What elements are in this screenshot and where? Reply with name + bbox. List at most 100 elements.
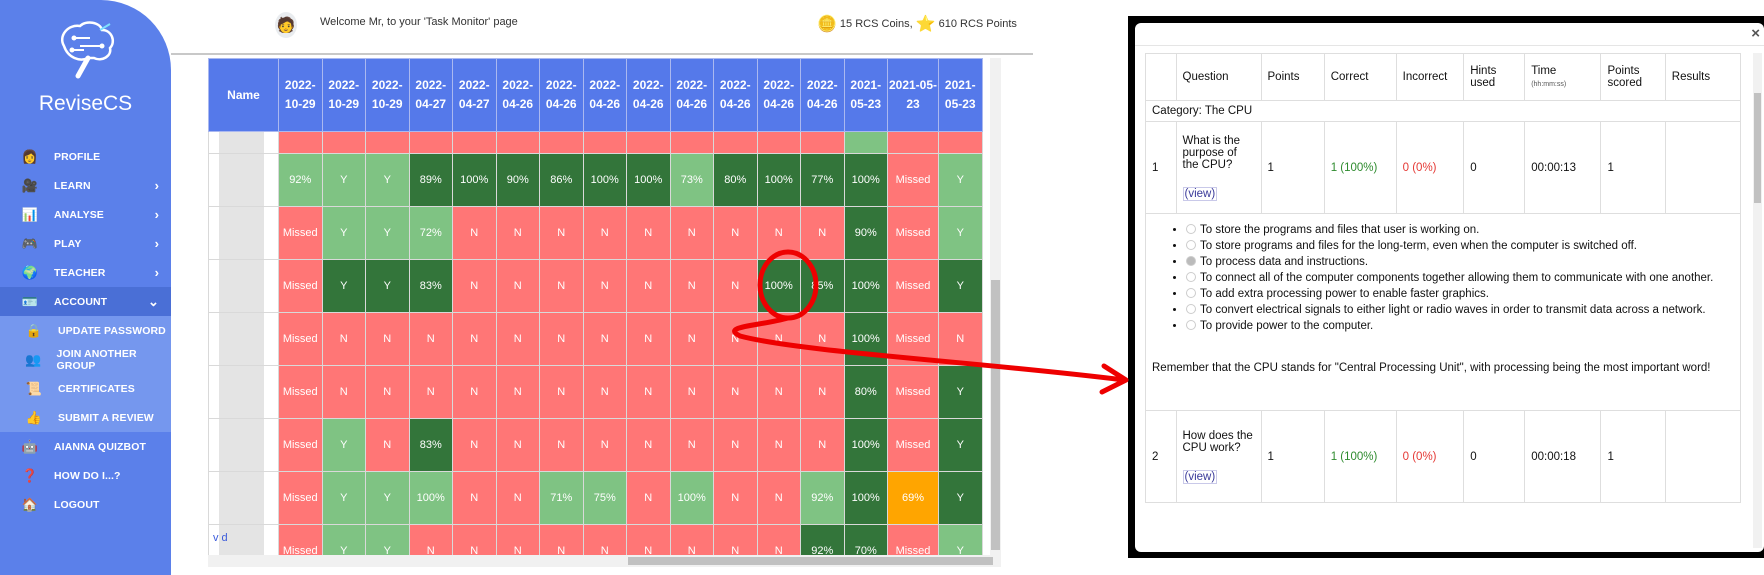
result-cell[interactable]: 100% (756, 153, 801, 207)
user-avatar-icon[interactable]: 🧑 (275, 12, 297, 38)
result-cell[interactable]: N (800, 206, 845, 260)
close-icon[interactable]: × (1751, 25, 1760, 42)
scrollbar-thumb[interactable] (1754, 93, 1761, 203)
result-cell[interactable]: 100% (452, 153, 497, 207)
result-cell[interactable] (626, 131, 671, 154)
result-cell[interactable]: Y (321, 153, 366, 207)
result-cell[interactable]: N (626, 259, 671, 313)
result-cell[interactable]: N (800, 418, 845, 472)
result-cell[interactable]: Y (321, 471, 366, 525)
result-cell[interactable]: N (713, 259, 758, 313)
result-cell[interactable]: N (669, 206, 714, 260)
result-cell[interactable]: 100% (843, 259, 888, 313)
result-cell[interactable]: Missed (278, 259, 323, 313)
result-cell[interactable]: N (713, 471, 758, 525)
column-header-date[interactable]: 2022-04-27 (452, 58, 497, 132)
result-cell[interactable]: N (582, 418, 627, 472)
result-cell[interactable]: N (452, 312, 497, 366)
result-cell[interactable]: N (539, 312, 584, 366)
result-cell[interactable]: Missed (278, 471, 323, 525)
result-cell[interactable]: N (582, 312, 627, 366)
result-cell[interactable]: 89% (408, 153, 453, 207)
result-cell[interactable]: Y (938, 365, 983, 419)
student-name-cell[interactable] (208, 259, 279, 313)
result-cell[interactable]: N (408, 312, 453, 366)
result-cell[interactable]: 92% (278, 153, 323, 207)
result-cell[interactable]: 69% (887, 471, 939, 525)
result-cell[interactable]: 86% (539, 153, 584, 207)
student-name-cell[interactable] (208, 153, 279, 207)
column-header-date[interactable]: 2022-04-26 (539, 58, 584, 132)
result-cell[interactable]: N (408, 524, 453, 555)
student-name-cell[interactable] (208, 471, 279, 525)
view-link[interactable]: (view) (1182, 469, 1218, 484)
result-cell[interactable]: N (452, 365, 497, 419)
result-cell[interactable]: Missed (887, 418, 939, 472)
result-cell[interactable] (669, 131, 714, 154)
scrollbar-thumb[interactable] (991, 280, 1000, 550)
result-cell[interactable]: Y (365, 259, 410, 313)
result-cell[interactable]: Y (365, 524, 410, 555)
result-cell[interactable]: 85% (800, 259, 845, 313)
result-cell[interactable]: 71% (539, 471, 584, 525)
result-cell[interactable]: 80% (843, 365, 888, 419)
result-cell[interactable] (582, 131, 627, 154)
result-cell[interactable]: 90% (843, 206, 888, 260)
result-cell[interactable]: N (669, 365, 714, 419)
result-cell[interactable] (365, 131, 410, 154)
result-cell[interactable]: 83% (408, 418, 453, 472)
result-cell[interactable]: Missed (278, 365, 323, 419)
sidebar-item-update-password[interactable]: 🔒 UPDATE PASSWORD (0, 316, 171, 345)
result-cell[interactable]: 100% (626, 153, 671, 207)
result-cell[interactable]: N (539, 206, 584, 260)
result-cell[interactable] (452, 131, 497, 154)
result-cell[interactable]: N (669, 312, 714, 366)
column-header-name[interactable]: Name (208, 58, 279, 132)
result-cell[interactable]: Y (321, 206, 366, 260)
result-cell[interactable]: N (452, 206, 497, 260)
column-header-date[interactable]: 2022-04-26 (582, 58, 627, 132)
result-cell[interactable]: N (452, 259, 497, 313)
result-cell[interactable]: N (321, 312, 366, 366)
result-cell[interactable]: N (669, 524, 714, 555)
sidebar-item-submit-review[interactable]: 👍 SUBMIT A REVIEW (0, 403, 171, 432)
radio-button[interactable] (1186, 304, 1196, 314)
result-cell[interactable]: N (713, 524, 758, 555)
result-cell[interactable]: N (756, 471, 801, 525)
result-cell[interactable]: Y (365, 471, 410, 525)
result-cell[interactable]: 100% (843, 312, 888, 366)
result-cell[interactable]: 100% (669, 471, 714, 525)
result-cell[interactable] (938, 131, 983, 154)
scrollbar-thumb[interactable] (628, 557, 993, 565)
result-cell[interactable] (495, 131, 540, 154)
result-cell[interactable]: N (756, 524, 801, 555)
result-cell[interactable]: N (539, 365, 584, 419)
column-header-date[interactable]: 2022-04-26 (626, 58, 671, 132)
result-cell[interactable]: N (582, 259, 627, 313)
result-cell[interactable]: N (495, 524, 540, 555)
result-cell[interactable] (539, 131, 584, 154)
view-link[interactable]: (view) (1182, 186, 1218, 201)
result-cell[interactable]: 100% (408, 471, 453, 525)
radio-button[interactable] (1186, 240, 1196, 250)
result-cell[interactable]: N (800, 312, 845, 366)
result-cell[interactable] (713, 131, 758, 154)
sidebar-item-account[interactable]: 🪪 ACCOUNT ⌄ (0, 287, 171, 316)
result-cell[interactable]: N (539, 524, 584, 555)
result-cell[interactable]: N (365, 365, 410, 419)
result-cell[interactable]: N (756, 206, 801, 260)
result-cell[interactable]: Missed (278, 418, 323, 472)
result-cell[interactable]: N (408, 365, 453, 419)
result-cell[interactable]: N (495, 365, 540, 419)
column-header-date[interactable]: 2022-10-29 (321, 58, 366, 132)
column-header-date[interactable]: 2021-05-23 (887, 58, 939, 132)
result-cell[interactable]: N (582, 524, 627, 555)
result-cell[interactable]: 100% (843, 418, 888, 472)
result-cell[interactable] (278, 131, 323, 154)
result-cell[interactable] (408, 131, 453, 154)
result-cell[interactable]: Missed (887, 206, 939, 260)
result-cell[interactable]: Y (365, 153, 410, 207)
result-cell[interactable]: Y (938, 418, 983, 472)
result-cell[interactable]: N (495, 259, 540, 313)
result-cell[interactable]: Y (938, 524, 983, 555)
